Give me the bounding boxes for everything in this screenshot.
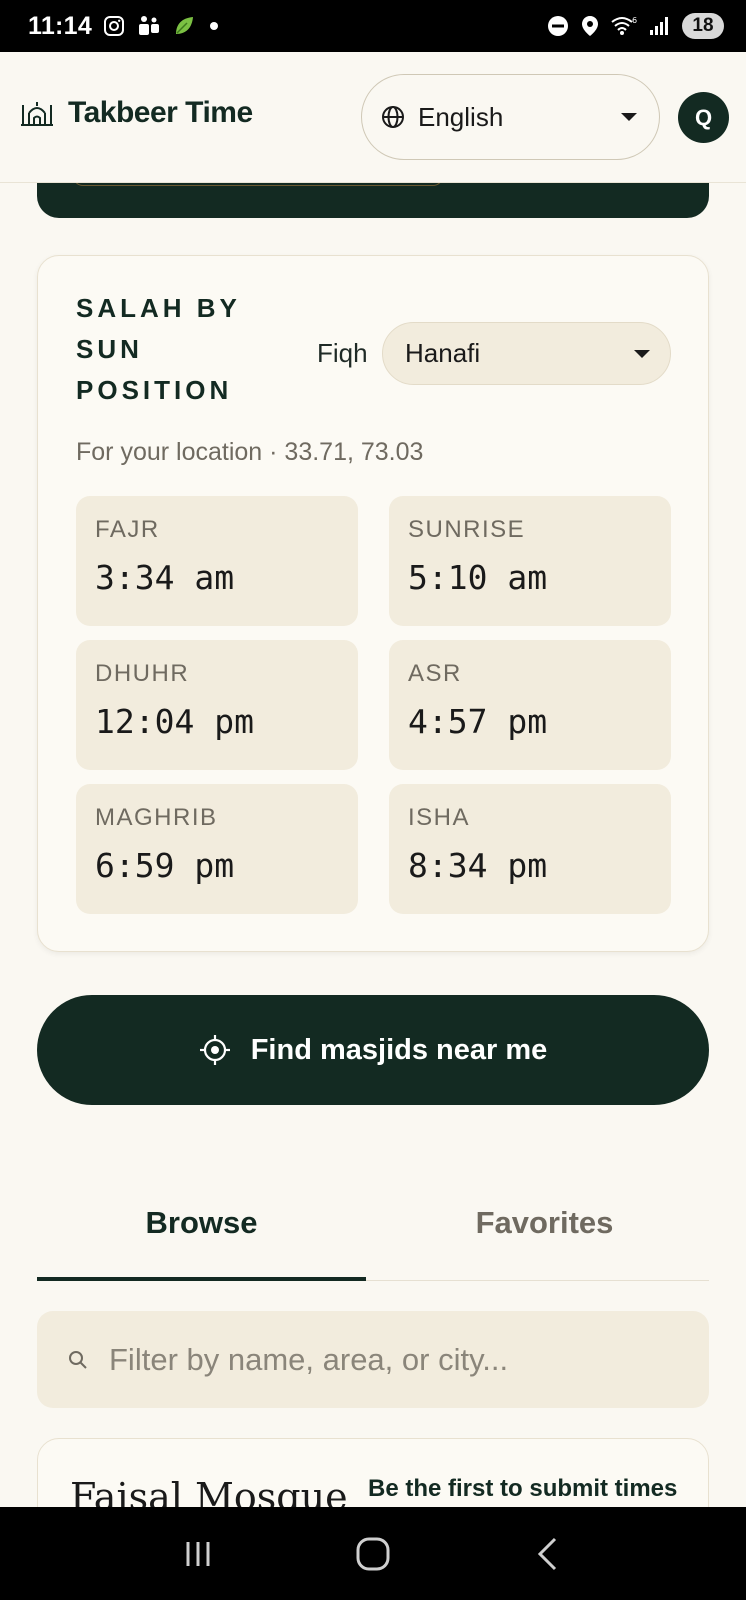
mosque-icon — [20, 99, 54, 127]
prayer-tile-sunrise: SUNRISE 5:10 am — [389, 496, 671, 626]
teams-icon — [136, 14, 162, 38]
leaf-icon — [172, 14, 196, 38]
language-value: English — [418, 101, 504, 132]
signal-icon — [648, 14, 672, 38]
prayer-tile-asr: ASR 4:57 pm — [389, 640, 671, 770]
prayer-name: SUNRISE — [408, 516, 526, 543]
wifi-icon: 6 — [610, 14, 638, 38]
app-title: Takbeer Time — [68, 96, 253, 129]
location-text: For your location · 33.71, 73.03 — [76, 438, 424, 466]
language-select[interactable]: English — [361, 74, 660, 160]
prayer-name: DHUHR — [95, 660, 190, 687]
tab-browse[interactable]: Browse — [37, 1205, 366, 1281]
prayer-time: 6:59 pm — [95, 846, 235, 885]
status-bar: 11:14 6 18 — [0, 0, 746, 52]
search-icon — [67, 1349, 89, 1371]
dot-icon — [206, 18, 222, 34]
search-box — [37, 1311, 709, 1408]
home-icon — [356, 1537, 390, 1570]
masjid-status: Be the first to submit times — [368, 1475, 678, 1502]
chevron-down-icon — [621, 113, 637, 121]
prayer-name: ISHA — [408, 804, 471, 831]
recents-icon — [186, 1541, 210, 1566]
prayer-time: 5:10 am — [408, 558, 548, 597]
location-icon — [580, 14, 600, 38]
home-button[interactable] — [343, 1524, 403, 1584]
system-nav-bar — [0, 1507, 746, 1600]
prayer-name: MAGHRIB — [95, 804, 218, 831]
find-masjids-button[interactable]: Find masjids near me — [37, 995, 709, 1105]
prayer-tile-maghrib: MAGHRIB 6:59 pm — [76, 784, 358, 914]
globe-icon — [380, 104, 406, 130]
prayer-time: 12:04 pm — [95, 702, 254, 741]
back-button[interactable] — [518, 1524, 578, 1584]
battery-indicator: 18 — [682, 13, 724, 39]
status-left: 11:14 — [28, 12, 222, 41]
salah-card: SALAH BY SUN POSITION Fiqh Hanafi For yo… — [37, 255, 709, 952]
dnd-icon — [546, 14, 570, 38]
crosshair-icon — [199, 1034, 231, 1066]
prayer-tile-fajr: FAJR 3:34 am — [76, 496, 358, 626]
fiqh-label: Fiqh — [317, 338, 368, 368]
status-right: 6 18 — [546, 13, 724, 39]
prayer-time: 8:34 pm — [408, 846, 548, 885]
back-icon — [538, 1537, 557, 1570]
search-input[interactable] — [109, 1341, 679, 1378]
app-header: Takbeer Time English Q — [0, 52, 746, 183]
avatar[interactable]: Q — [678, 92, 729, 143]
brand[interactable]: Takbeer Time — [20, 96, 253, 130]
svg-text:6: 6 — [632, 16, 637, 25]
tab-bar: Browse Favorites — [37, 1205, 709, 1281]
fiqh-select[interactable]: Hanafi — [382, 322, 671, 385]
prayer-tile-dhuhr: DHUHR 12:04 pm — [76, 640, 358, 770]
instagram-icon — [102, 14, 126, 38]
prayer-name: ASR — [408, 660, 462, 687]
fiqh-value: Hanafi — [405, 338, 481, 368]
find-masjids-label: Find masjids near me — [250, 1033, 548, 1066]
prayer-time: 3:34 am — [95, 558, 235, 597]
prayer-times-grid: FAJR 3:34 am SUNRISE 5:10 am DHUHR 12:04… — [76, 496, 671, 914]
tab-favorites[interactable]: Favorites — [380, 1205, 709, 1281]
recents-button[interactable] — [168, 1524, 228, 1584]
status-time: 11:14 — [28, 11, 93, 40]
chevron-down-icon — [634, 349, 650, 358]
prayer-name: FAJR — [95, 516, 160, 543]
prayer-time: 4:57 pm — [408, 702, 548, 741]
salah-card-title: SALAH BY SUN POSITION — [76, 293, 241, 405]
prayer-tile-isha: ISHA 8:34 pm — [389, 784, 671, 914]
